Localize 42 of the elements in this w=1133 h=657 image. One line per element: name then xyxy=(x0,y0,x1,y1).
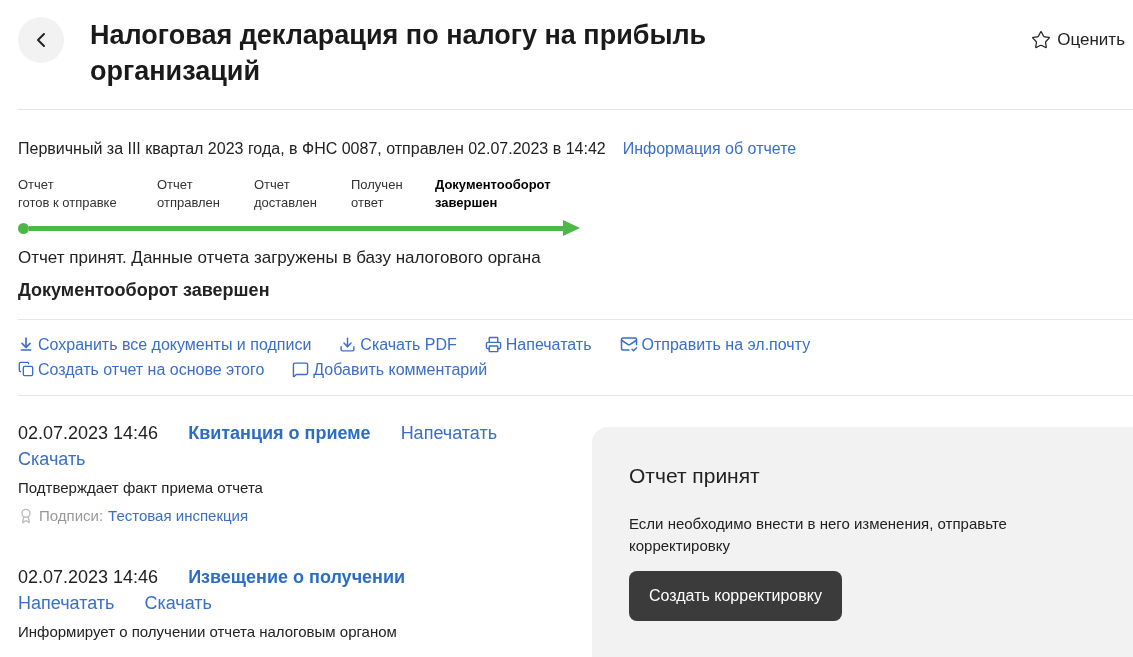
document-description: Информирует о получении отчета налоговым органом xyxy=(18,621,398,642)
page-title: Налоговая декларация по налогу на прибыль организаций xyxy=(90,19,708,88)
arrowhead-icon xyxy=(563,220,580,236)
document-action-link[interactable]: Напечатать xyxy=(400,419,498,446)
create-correction-button[interactable]: Создать корректировку xyxy=(629,571,842,621)
action-link[interactable]: Скачать PDF xyxy=(339,334,457,354)
report-summary: Первичный за III квартал 2023 года, в ФНС 0087, отправлен 02.07.2023 в 14:42 xyxy=(18,139,606,159)
action-link[interactable]: Создать отчет на основе этого xyxy=(18,359,265,379)
status-title: Документооборот завершен xyxy=(18,278,271,302)
copy-icon xyxy=(18,361,34,377)
action-link[interactable]: Добавить комментарий xyxy=(292,359,488,379)
action-link[interactable]: Сохранить все документы и подписи xyxy=(18,334,312,354)
action-link[interactable]: Отправить на эл.почту xyxy=(619,334,811,354)
document-action-link[interactable]: Скачать xyxy=(18,445,86,472)
signatures-label: Подписи: xyxy=(39,506,104,526)
report-info-link[interactable]: Информация об отчете xyxy=(622,137,797,161)
side-card-title: Отчет принят xyxy=(629,462,761,489)
progress-step: Отчет отправлен xyxy=(157,176,254,212)
progress-step: Отчет доставлен xyxy=(254,176,351,212)
action-link[interactable]: Напечатать xyxy=(484,334,592,354)
document-description: Подтверждает факт приема отчета xyxy=(18,477,264,498)
document-action-link[interactable]: Скачать xyxy=(144,589,212,616)
star-icon xyxy=(1031,29,1052,50)
progress-step: Получен ответ xyxy=(351,176,435,212)
document-action-link[interactable]: Напечатать xyxy=(18,589,115,616)
document-title-link[interactable]: Квитанция о приеме xyxy=(188,419,371,446)
status-text: Отчет принят. Данные отчета загружены в базу налогового органа xyxy=(18,247,542,269)
rate-button[interactable]: Оценить xyxy=(1031,27,1125,53)
download-icon xyxy=(18,336,34,352)
signer-link[interactable]: Тестовая инспекция xyxy=(108,505,249,528)
progress-step: Отчет готов к отправке xyxy=(18,176,157,212)
comment-icon xyxy=(292,360,310,378)
document-title-link[interactable]: Извещение о получении xyxy=(188,563,406,590)
back-button[interactable] xyxy=(18,17,64,63)
printer-icon xyxy=(484,335,502,353)
progress-step: Документооборот завершен xyxy=(435,176,551,212)
side-card-text: Если необходимо внести в него изменения, отправьте корректировку xyxy=(629,514,1008,556)
seal-icon xyxy=(18,508,34,525)
document-datetime: 02.07.2023 14:46 xyxy=(18,421,159,445)
mail-icon xyxy=(619,335,638,353)
document-datetime: 02.07.2023 14:46 xyxy=(18,565,159,589)
download-icon xyxy=(339,335,357,353)
